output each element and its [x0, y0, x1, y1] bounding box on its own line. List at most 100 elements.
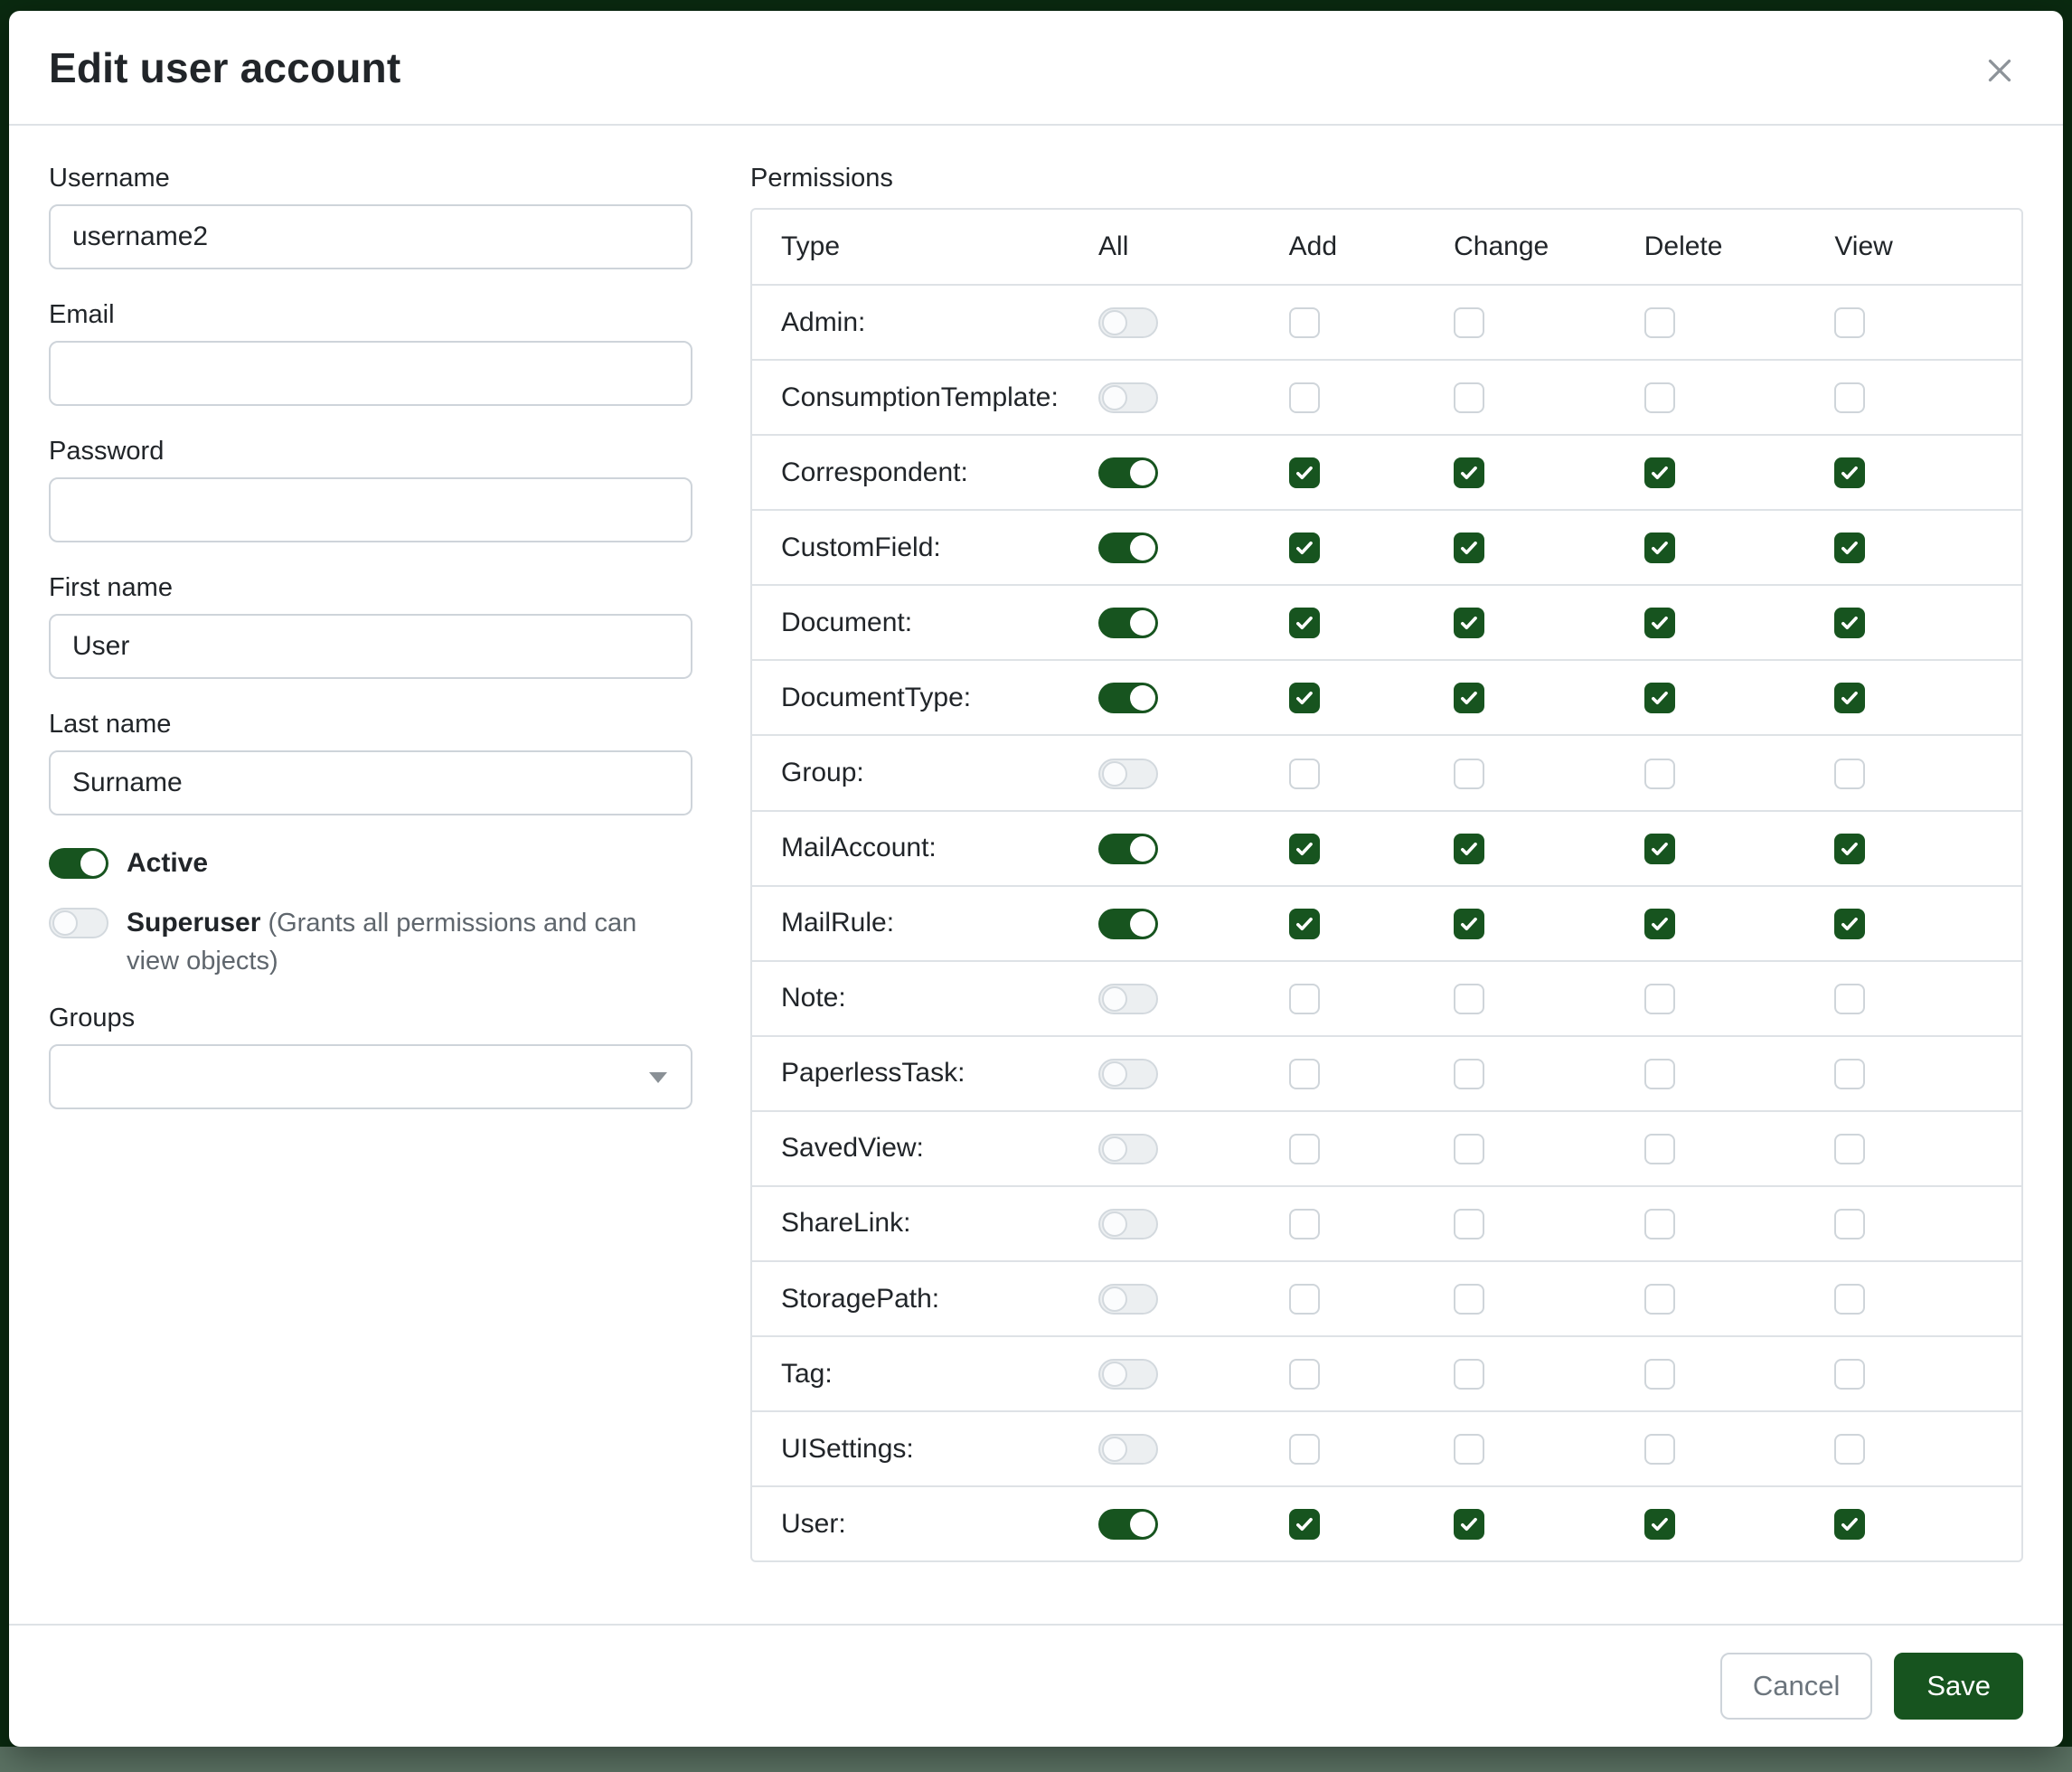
- password-input[interactable]: [49, 477, 692, 542]
- active-toggle[interactable]: [49, 848, 108, 879]
- change-checkbox[interactable]: [1454, 984, 1484, 1014]
- view-checkbox[interactable]: [1834, 759, 1865, 789]
- view-checkbox[interactable]: [1834, 909, 1865, 939]
- view-checkbox[interactable]: [1834, 1209, 1865, 1239]
- change-checkbox[interactable]: [1454, 1284, 1484, 1315]
- all-toggle[interactable]: [1098, 457, 1158, 488]
- add-checkbox[interactable]: [1289, 1209, 1320, 1239]
- delete-checkbox[interactable]: [1644, 1284, 1675, 1315]
- add-checkbox[interactable]: [1289, 1359, 1320, 1390]
- delete-checkbox[interactable]: [1644, 457, 1675, 488]
- all-toggle[interactable]: [1098, 683, 1158, 713]
- all-toggle[interactable]: [1098, 1059, 1158, 1089]
- username-label: Username: [49, 164, 692, 193]
- change-checkbox[interactable]: [1454, 1434, 1484, 1465]
- delete-checkbox[interactable]: [1644, 984, 1675, 1014]
- add-checkbox[interactable]: [1289, 1059, 1320, 1089]
- delete-checkbox[interactable]: [1644, 533, 1675, 563]
- change-checkbox[interactable]: [1454, 457, 1484, 488]
- add-checkbox[interactable]: [1289, 683, 1320, 713]
- all-toggle[interactable]: [1098, 533, 1158, 563]
- last-name-input[interactable]: [49, 750, 692, 815]
- delete-checkbox[interactable]: [1644, 759, 1675, 789]
- delete-checkbox[interactable]: [1644, 1209, 1675, 1239]
- add-checkbox[interactable]: [1289, 382, 1320, 413]
- view-checkbox[interactable]: [1834, 608, 1865, 638]
- view-checkbox[interactable]: [1834, 307, 1865, 338]
- change-checkbox[interactable]: [1454, 1059, 1484, 1089]
- all-toggle[interactable]: [1098, 759, 1158, 789]
- delete-checkbox[interactable]: [1644, 608, 1675, 638]
- change-checkbox[interactable]: [1454, 1134, 1484, 1164]
- add-checkbox[interactable]: [1289, 533, 1320, 563]
- permissions-section: Permissions Type All Add Change Delete: [750, 164, 2023, 1624]
- delete-checkbox[interactable]: [1644, 1134, 1675, 1164]
- view-checkbox[interactable]: [1834, 533, 1865, 563]
- change-checkbox[interactable]: [1454, 683, 1484, 713]
- all-toggle[interactable]: [1098, 1209, 1158, 1239]
- add-checkbox[interactable]: [1289, 457, 1320, 488]
- all-toggle[interactable]: [1098, 1134, 1158, 1164]
- save-button[interactable]: Save: [1894, 1653, 2023, 1720]
- cancel-button[interactable]: Cancel: [1720, 1653, 1873, 1720]
- delete-checkbox[interactable]: [1644, 909, 1675, 939]
- change-checkbox[interactable]: [1454, 608, 1484, 638]
- view-checkbox[interactable]: [1834, 1134, 1865, 1164]
- all-toggle[interactable]: [1098, 382, 1158, 413]
- all-toggle[interactable]: [1098, 909, 1158, 939]
- all-toggle[interactable]: [1098, 1359, 1158, 1390]
- delete-checkbox[interactable]: [1644, 307, 1675, 338]
- change-checkbox[interactable]: [1454, 909, 1484, 939]
- close-button[interactable]: [1976, 47, 2023, 97]
- delete-checkbox[interactable]: [1644, 1059, 1675, 1089]
- all-toggle[interactable]: [1098, 1434, 1158, 1465]
- view-checkbox[interactable]: [1834, 382, 1865, 413]
- all-toggle[interactable]: [1098, 1509, 1158, 1540]
- permission-row: CustomField:: [752, 510, 2021, 585]
- add-checkbox[interactable]: [1289, 1434, 1320, 1465]
- change-checkbox[interactable]: [1454, 759, 1484, 789]
- delete-checkbox[interactable]: [1644, 1359, 1675, 1390]
- first-name-input[interactable]: [49, 614, 692, 679]
- add-checkbox[interactable]: [1289, 984, 1320, 1014]
- view-checkbox[interactable]: [1834, 1434, 1865, 1465]
- add-checkbox[interactable]: [1289, 759, 1320, 789]
- permission-row: StoragePath:: [752, 1261, 2021, 1336]
- change-checkbox[interactable]: [1454, 1209, 1484, 1239]
- delete-checkbox[interactable]: [1644, 382, 1675, 413]
- add-checkbox[interactable]: [1289, 834, 1320, 864]
- view-checkbox[interactable]: [1834, 1284, 1865, 1315]
- all-toggle[interactable]: [1098, 307, 1158, 338]
- groups-select[interactable]: [49, 1044, 692, 1109]
- add-checkbox[interactable]: [1289, 1509, 1320, 1540]
- add-checkbox[interactable]: [1289, 909, 1320, 939]
- username-input[interactable]: [49, 204, 692, 269]
- change-checkbox[interactable]: [1454, 1359, 1484, 1390]
- change-checkbox[interactable]: [1454, 1509, 1484, 1540]
- add-checkbox[interactable]: [1289, 1284, 1320, 1315]
- change-checkbox[interactable]: [1454, 382, 1484, 413]
- view-checkbox[interactable]: [1834, 1059, 1865, 1089]
- view-checkbox[interactable]: [1834, 834, 1865, 864]
- delete-checkbox[interactable]: [1644, 834, 1675, 864]
- all-toggle[interactable]: [1098, 608, 1158, 638]
- view-checkbox[interactable]: [1834, 1359, 1865, 1390]
- email-input[interactable]: [49, 341, 692, 406]
- view-checkbox[interactable]: [1834, 457, 1865, 488]
- superuser-toggle[interactable]: [49, 908, 108, 938]
- change-checkbox[interactable]: [1454, 834, 1484, 864]
- delete-checkbox[interactable]: [1644, 1509, 1675, 1540]
- delete-checkbox[interactable]: [1644, 683, 1675, 713]
- view-checkbox[interactable]: [1834, 683, 1865, 713]
- all-toggle[interactable]: [1098, 1284, 1158, 1315]
- view-checkbox[interactable]: [1834, 984, 1865, 1014]
- change-checkbox[interactable]: [1454, 533, 1484, 563]
- change-checkbox[interactable]: [1454, 307, 1484, 338]
- add-checkbox[interactable]: [1289, 307, 1320, 338]
- all-toggle[interactable]: [1098, 984, 1158, 1014]
- view-checkbox[interactable]: [1834, 1509, 1865, 1540]
- all-toggle[interactable]: [1098, 834, 1158, 864]
- add-checkbox[interactable]: [1289, 1134, 1320, 1164]
- add-checkbox[interactable]: [1289, 608, 1320, 638]
- delete-checkbox[interactable]: [1644, 1434, 1675, 1465]
